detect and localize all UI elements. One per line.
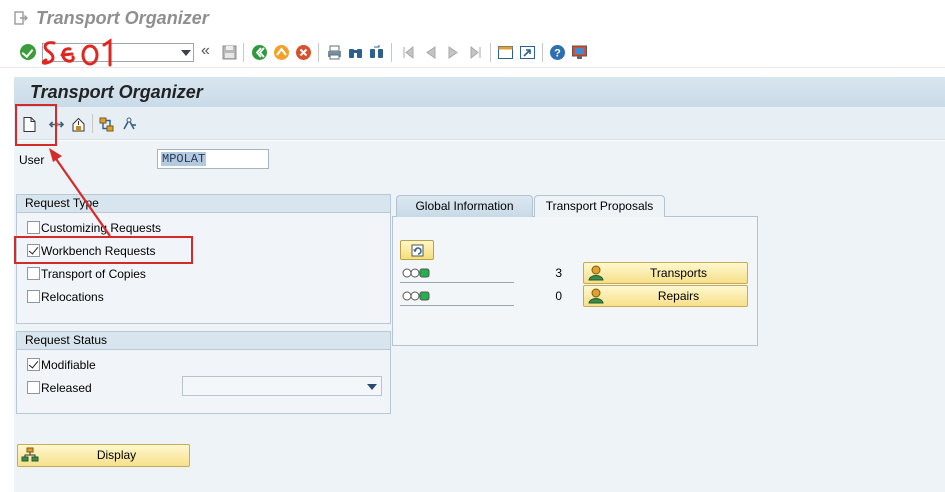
toolbar-separator: [243, 43, 244, 62]
refresh-icon: [411, 244, 424, 257]
row-divider: [400, 305, 514, 306]
user-field[interactable]: MPOLAT: [157, 149, 269, 169]
relocations-label[interactable]: Relocations: [41, 290, 104, 304]
toolbar-separator: [542, 43, 543, 62]
truck-person-icon: [588, 288, 604, 304]
display-button[interactable]: Display: [17, 444, 190, 467]
customize-layout-icon[interactable]: [571, 44, 588, 61]
transport-tools-icon[interactable]: [98, 116, 115, 133]
command-field[interactable]: [42, 43, 194, 62]
new-session-icon[interactable]: [497, 44, 514, 61]
display-button-label[interactable]: Display: [44, 445, 189, 465]
request-status-title: Request Status: [17, 332, 390, 350]
repairs-button[interactable]: Repairs: [583, 285, 748, 307]
traffic-light-status-icon: [402, 291, 430, 301]
next-page-icon[interactable]: [445, 44, 462, 61]
repairs-button-label[interactable]: Repairs: [610, 286, 747, 306]
collapse-double-arrow-icon[interactable]: «: [201, 42, 210, 60]
find-icon[interactable]: [347, 44, 364, 61]
help-icon[interactable]: ?: [549, 44, 566, 61]
back-icon[interactable]: [251, 44, 268, 61]
exit-door-icon: [14, 11, 28, 25]
cancel-icon[interactable]: [295, 44, 312, 61]
transports-button[interactable]: Transports: [583, 262, 748, 284]
row-divider: [400, 282, 514, 283]
chevron-down-icon[interactable]: [367, 384, 377, 390]
toolbar-separator: [490, 43, 491, 62]
workbench-requests-checkbox[interactable]: [27, 244, 40, 257]
settings-icon[interactable]: [121, 116, 138, 133]
transport-of-copies-checkbox[interactable]: [27, 267, 40, 280]
relocations-checkbox[interactable]: [27, 290, 40, 303]
release-icon[interactable]: [70, 116, 87, 133]
chevron-down-icon[interactable]: [181, 50, 191, 56]
truck-person-icon: [588, 265, 604, 281]
user-field-value[interactable]: MPOLAT: [161, 152, 207, 166]
user-label: User: [19, 153, 45, 167]
shortcut-icon[interactable]: [519, 44, 536, 61]
request-status-group: Request Status: [16, 331, 391, 414]
save-icon[interactable]: [221, 44, 238, 61]
workbench-requests-label[interactable]: Workbench Requests: [41, 244, 156, 258]
modifiable-label[interactable]: Modifiable: [41, 358, 96, 372]
request-type-title: Request Type: [17, 195, 390, 213]
window-title: Transport Organizer: [36, 8, 209, 28]
find-next-icon[interactable]: [368, 44, 385, 61]
display-change-icon[interactable]: [48, 116, 65, 133]
svg-text:?: ?: [554, 48, 561, 60]
transports-button-label[interactable]: Transports: [610, 263, 747, 283]
customizing-requests-label[interactable]: Customizing Requests: [41, 221, 161, 235]
last-page-icon[interactable]: [468, 44, 485, 61]
toolbar-separator: [318, 43, 319, 62]
released-date-dropdown[interactable]: [182, 376, 382, 396]
transport-of-copies-label[interactable]: Transport of Copies: [41, 267, 146, 281]
page-title: Transport Organizer: [30, 82, 203, 102]
exit-icon[interactable]: [273, 44, 290, 61]
released-label[interactable]: Released: [41, 381, 92, 395]
traffic-light-status-icon: [402, 268, 430, 278]
tab-global-information[interactable]: Global Information: [396, 195, 533, 217]
toolbar-separator: [92, 114, 93, 133]
request-type-group: Request Type: [16, 194, 391, 324]
create-request-icon[interactable]: [21, 116, 38, 133]
enter-check-icon[interactable]: [20, 44, 36, 60]
modifiable-checkbox[interactable]: [27, 358, 40, 371]
transports-count: 3: [555, 266, 562, 280]
toolbar-separator: [391, 43, 392, 62]
screen-title-area: Transport Organizer: [14, 77, 945, 107]
first-page-icon[interactable]: [399, 44, 416, 61]
command-input[interactable]: [43, 44, 173, 61]
refresh-button[interactable]: [400, 240, 434, 260]
repairs-count: 0: [555, 289, 562, 303]
customizing-requests-checkbox[interactable]: [27, 221, 40, 234]
released-checkbox[interactable]: [27, 381, 40, 394]
tab-transport-proposals[interactable]: Transport Proposals: [534, 195, 665, 217]
window-title-bar: Transport Organizer: [0, 0, 945, 38]
hierarchy-icon: [21, 447, 39, 462]
print-icon[interactable]: [326, 44, 343, 61]
previous-page-icon[interactable]: [422, 44, 439, 61]
application-toolbar: [14, 107, 945, 140]
